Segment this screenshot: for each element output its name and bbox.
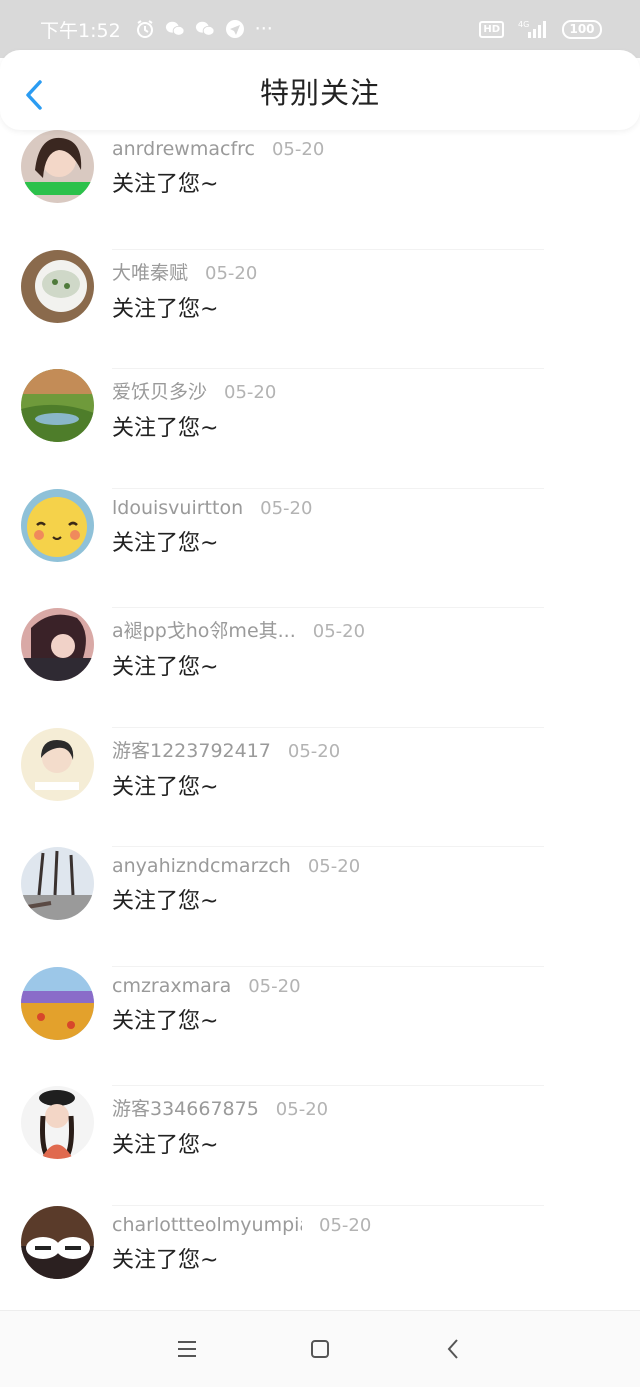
avatar[interactable] (21, 727, 94, 801)
avatar[interactable] (21, 249, 94, 323)
wechat-icon (195, 19, 215, 39)
send-app-icon (225, 19, 245, 39)
message: 关注了您~ (112, 296, 219, 322)
back-button[interactable] (20, 78, 48, 112)
message: 关注了您~ (112, 889, 219, 914)
list-item[interactable]: 游客334667875 05-20 关注了您~ (0, 1086, 640, 1206)
avatar[interactable] (21, 1205, 94, 1279)
list-item[interactable]: cmzraxmara 05-20 关注了您~ (0, 966, 640, 1086)
alarm-icon (135, 19, 155, 39)
date: 05-20 (312, 621, 366, 642)
date: 05-20 (205, 262, 258, 284)
username[interactable]: cmzraxmara (112, 975, 231, 997)
network-label: 4G (518, 20, 529, 29)
home-button[interactable] (300, 1329, 340, 1369)
date: 05-20 (319, 1214, 372, 1236)
list-item[interactable]: a褪pp戈ho邻me其... 05-20 关注了您~ (0, 608, 640, 728)
username[interactable]: 爱饫贝多沙 (112, 377, 207, 404)
message: 关注了您~ (112, 655, 219, 680)
system-back-button[interactable] (433, 1329, 473, 1369)
avatar[interactable] (21, 847, 94, 920)
hd-badge: HD (479, 20, 504, 38)
avatar[interactable] (21, 369, 94, 442)
square-icon (310, 1340, 329, 1358)
date: 05-20 (271, 139, 325, 160)
chevron-left-icon (26, 80, 42, 110)
date: 05-20 (307, 856, 361, 877)
list-item[interactable]: anyahizndcmarzch 05-20 关注了您~ (0, 847, 640, 967)
signal-icon: 4G (516, 19, 550, 39)
list-item[interactable]: 大唯秦赋 05-20 关注了您~ (0, 249, 640, 369)
username[interactable]: anyahizndcmarzch (112, 855, 291, 877)
message: 关注了您~ (112, 530, 219, 556)
avatar[interactable] (21, 966, 94, 1040)
username[interactable]: 大唯秦赋 (112, 258, 188, 285)
date: 05-20 (275, 1099, 329, 1120)
chevron-left-icon (447, 1339, 459, 1359)
list-item[interactable]: 爱饫贝多沙 05-20 关注了您~ (0, 369, 640, 489)
username[interactable]: 游客334667875 (112, 1094, 259, 1121)
username[interactable]: 游客1223792417 (112, 736, 271, 763)
date: 05-20 (260, 497, 313, 519)
list-item[interactable]: ldouisvuirtton 05-20 关注了您~ (0, 488, 640, 608)
avatar[interactable] (21, 608, 94, 681)
message: 关注了您~ (112, 1133, 219, 1158)
avatar[interactable] (21, 130, 94, 203)
date: 05-20 (287, 740, 341, 762)
list-item[interactable]: anrdrewmacfrc 05-20 关注了您~ (0, 130, 640, 250)
message: 关注了您~ (112, 774, 219, 800)
message: 关注了您~ (112, 1008, 219, 1034)
follower-list: anrdrewmacfrc 05-20 关注了您~ 大唯秦赋 05-20 关注了您~… (0, 130, 640, 1325)
battery-icon: 100 (562, 19, 602, 39)
username[interactable]: anrdrewmacfrc (112, 138, 255, 160)
list-item[interactable]: 游客1223792417 05-20 关注了您~ (0, 727, 640, 847)
wechat-icon (165, 19, 185, 39)
more-notifications-icon: ··· (254, 18, 273, 40)
header: 特别关注 (0, 50, 640, 130)
date: 05-20 (248, 975, 301, 997)
recent-apps-button[interactable] (167, 1329, 207, 1369)
username[interactable]: charlottteolmyumpia (112, 1214, 302, 1236)
avatar[interactable] (21, 1086, 94, 1159)
message: 关注了您~ (112, 172, 219, 197)
menu-icon (177, 1341, 196, 1357)
page-title: 特别关注 (259, 76, 380, 110)
message: 关注了您~ (112, 1247, 219, 1273)
username[interactable]: a褪pp戈ho邻me其... (112, 616, 296, 643)
status-time: 下午1:52 (40, 19, 121, 42)
username[interactable]: ldouisvuirtton (112, 497, 243, 519)
list-item[interactable]: charlottteolmyumpia 05-20 关注了您~ (0, 1205, 640, 1325)
system-nav-bar (0, 1310, 640, 1387)
message: 关注了您~ (112, 416, 219, 441)
date: 05-20 (224, 382, 277, 403)
avatar[interactable] (21, 488, 94, 562)
